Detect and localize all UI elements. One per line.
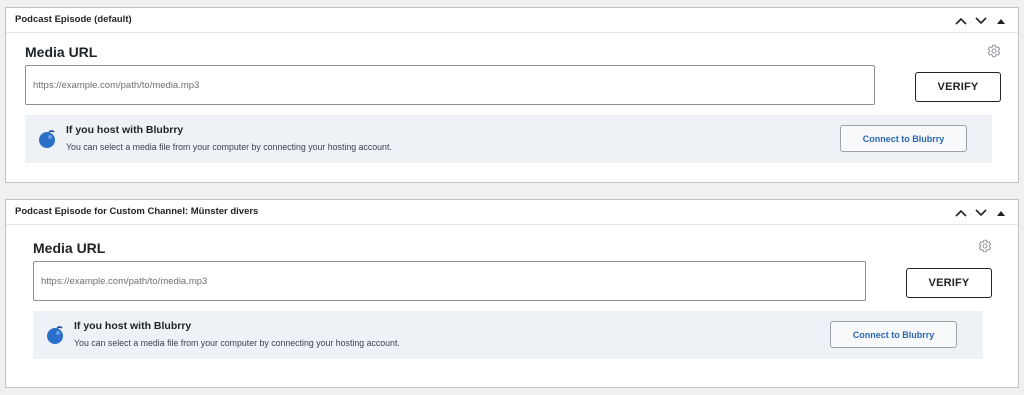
metabox-title: Podcast Episode (default) bbox=[15, 14, 132, 25]
metabox-header: Podcast Episode for Custom Channel: Müns… bbox=[6, 200, 1018, 225]
blubrry-heading: If you host with Blubrry bbox=[66, 124, 184, 136]
blubrry-info-panel: If you host with Blubrry You can select … bbox=[25, 115, 992, 163]
blubrry-description: You can select a media file from your co… bbox=[74, 338, 400, 348]
blubrry-info-panel: If you host with Blubrry You can select … bbox=[33, 311, 983, 359]
metabox-title: Podcast Episode for Custom Channel: Müns… bbox=[15, 206, 259, 217]
gear-icon[interactable] bbox=[987, 44, 1001, 58]
blubrry-logo-icon bbox=[37, 129, 57, 149]
connect-to-blubrry-button[interactable]: Connect to Blubrry bbox=[840, 125, 967, 152]
media-url-input[interactable] bbox=[25, 65, 875, 105]
media-url-heading: Media URL bbox=[25, 44, 98, 60]
media-url-heading: Media URL bbox=[33, 240, 106, 256]
blubrry-logo-icon bbox=[45, 325, 65, 345]
metabox-header-controls bbox=[952, 8, 1010, 33]
chevron-up-icon[interactable] bbox=[952, 12, 970, 30]
metabox-podcast-episode-default: Podcast Episode (default) Media URL VERI… bbox=[5, 7, 1019, 183]
media-url-input[interactable] bbox=[33, 261, 866, 301]
verify-button[interactable]: VERIFY bbox=[906, 268, 992, 298]
chevron-up-icon[interactable] bbox=[952, 204, 970, 222]
chevron-down-icon[interactable] bbox=[972, 204, 990, 222]
verify-button[interactable]: VERIFY bbox=[915, 72, 1001, 102]
blubrry-heading: If you host with Blubrry bbox=[74, 320, 192, 332]
connect-to-blubrry-button[interactable]: Connect to Blubrry bbox=[830, 321, 957, 348]
metabox-podcast-episode-custom-channel: Podcast Episode for Custom Channel: Müns… bbox=[5, 199, 1019, 388]
blubrry-description: You can select a media file from your co… bbox=[66, 142, 392, 152]
metabox-header: Podcast Episode (default) bbox=[6, 8, 1018, 33]
triangle-up-icon[interactable] bbox=[992, 12, 1010, 30]
gear-icon[interactable] bbox=[978, 239, 992, 253]
chevron-down-icon[interactable] bbox=[972, 12, 990, 30]
metabox-header-controls bbox=[952, 200, 1010, 225]
triangle-up-icon[interactable] bbox=[992, 204, 1010, 222]
